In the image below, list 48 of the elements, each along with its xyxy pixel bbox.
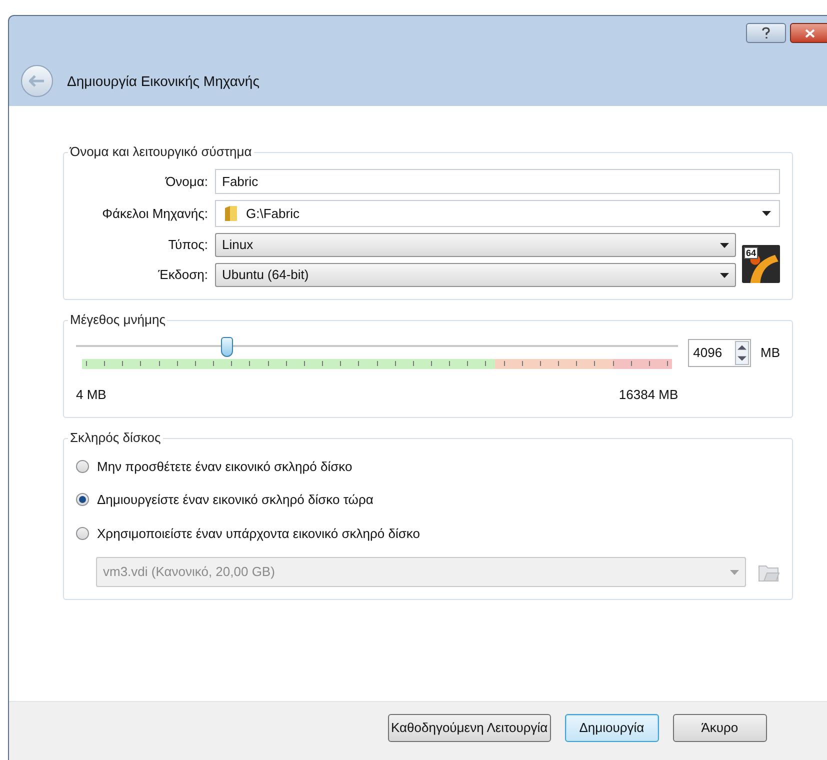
existing-disk-value: vm3.vdi (Κανονικό, 20,00 GB)	[103, 563, 276, 582]
field-label: Έκδοση:	[157, 266, 208, 284]
close-icon	[805, 28, 815, 38]
field-label: Φάκελοι Μηχανής:	[101, 204, 208, 223]
memory-value: 4096	[693, 344, 724, 362]
memory-unit: MB	[760, 344, 780, 362]
combo-value: Linux	[222, 236, 254, 254]
slider-thumb[interactable]	[220, 337, 233, 357]
back-arrow-icon	[29, 75, 45, 87]
combo-box[interactable]: Ubuntu (64-bit)	[215, 263, 736, 287]
folder-icon	[224, 205, 238, 222]
option-label: Μην προσθέτετε έναν εικονικό σκληρό δίσκο	[97, 458, 352, 476]
combo-box[interactable]: Linux	[215, 233, 736, 257]
dialog-button[interactable]: Δημιουργία	[564, 714, 659, 742]
combo-value: Ubuntu (64-bit)	[222, 266, 310, 284]
group-title: Όνομα και λειτουργικό σύστημα	[68, 144, 254, 160]
dropdown-caret-icon	[720, 242, 729, 248]
bitness-badge: 64	[744, 247, 758, 259]
disk-option[interactable]: Δημιουργείστε έναν εικονικό σκληρό δίσκο τώρα	[76, 490, 780, 510]
memory-slider[interactable]	[76, 337, 678, 359]
help-button[interactable]	[746, 23, 786, 43]
folder-path: G:\Fabric	[246, 204, 300, 223]
dropdown-caret-icon	[720, 272, 729, 278]
disk-option[interactable]: Μην προσθέτετε έναν εικονικό σκληρό δίσκο	[76, 456, 780, 476]
memory-spinbox[interactable]: 4096	[688, 339, 750, 367]
radio-button[interactable]	[76, 493, 89, 506]
radio-button[interactable]	[76, 526, 89, 540]
dialog-button[interactable]: Άκυρο	[672, 714, 767, 742]
max-memory-label: 16384 MB	[618, 386, 678, 404]
min-memory-label: 4 MB	[76, 386, 106, 404]
name-input[interactable]: Fabric	[215, 169, 780, 194]
field-label: Όνομα:	[164, 172, 208, 191]
dropdown-caret-icon	[730, 570, 739, 574]
help-icon	[762, 27, 770, 39]
back-button[interactable]	[21, 65, 53, 97]
folder-dropdown[interactable]: G:\Fabric	[215, 200, 780, 227]
dropdown-caret-icon	[762, 211, 771, 216]
close-button[interactable]	[790, 23, 827, 43]
field-label: Τύπος:	[167, 236, 208, 254]
window-title: Δημιουργία Εικονικής Μηχανής	[67, 72, 260, 91]
group-title: Μέγεθος μνήμης	[68, 312, 168, 328]
disk-option[interactable]: Χρησιμοποιείστε έναν υπάρχοντα εικονικό σκληρό δίσκο	[76, 524, 780, 543]
radio-button[interactable]	[76, 460, 89, 473]
option-label: Δημιουργείστε έναν εικονικό σκληρό δίσκο τώρα	[97, 491, 374, 509]
option-label: Χρησιμοποιείστε έναν υπάρχοντα εικονικό σκληρό δίσκο	[97, 524, 420, 543]
os-logo-icon	[742, 245, 780, 283]
dialog-button[interactable]: Καθοδηγούμενη Λειτουργία	[388, 714, 551, 742]
group-title: Σκληρός δίσκος	[68, 430, 163, 446]
